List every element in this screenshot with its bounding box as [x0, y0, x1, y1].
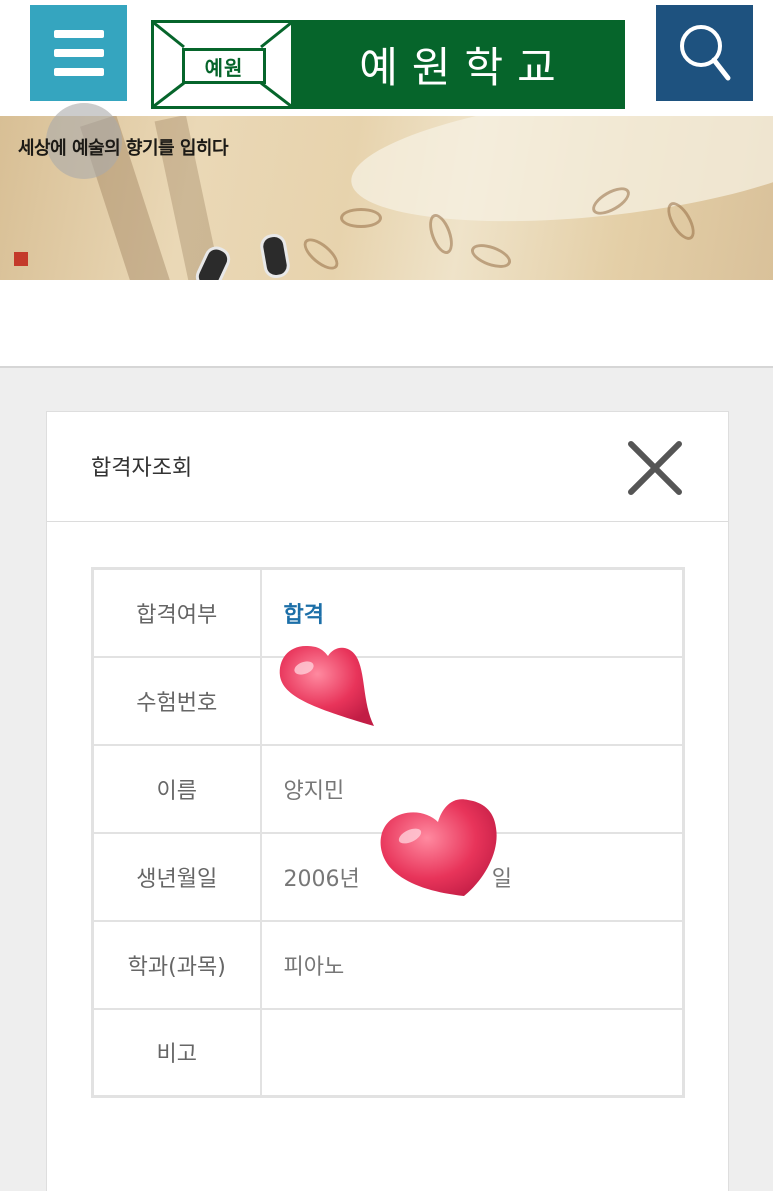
footprint-icon — [340, 208, 382, 228]
heart-sticker-icon — [380, 799, 497, 896]
close-button[interactable] — [625, 438, 685, 498]
table-row: 비고 — [91, 1007, 685, 1098]
seal-stamp — [14, 252, 28, 266]
footprint-icon — [298, 232, 344, 276]
note-value — [259, 1007, 685, 1098]
row-label-name: 이름 — [91, 743, 262, 834]
header: 예원 예원학교 — [0, 0, 773, 116]
school-name: 예원학교 — [359, 43, 570, 92]
table-row: 학과(과목) 피아노 — [91, 919, 685, 1010]
hamburger-icon-bar — [53, 49, 104, 57]
school-logo[interactable]: 예원 예원학교 — [151, 20, 625, 109]
row-label-birthdate: 생년월일 — [91, 831, 262, 922]
row-label-exam-number: 수험번호 — [91, 655, 262, 746]
heart-sticker-icon — [279, 646, 374, 726]
close-icon — [628, 441, 682, 495]
banner-shoreline — [345, 116, 773, 242]
menu-button[interactable] — [30, 5, 127, 101]
hamburger-icon-bar — [53, 30, 104, 38]
table-row: 합격여부 합격 — [91, 567, 685, 658]
logo-mark: 예원 — [182, 48, 266, 84]
row-label-note: 비고 — [91, 1007, 262, 1098]
sneaker-icon — [258, 232, 292, 280]
dialog-header: 합격자조회 — [47, 412, 728, 522]
table-row: 수험번호 — [91, 655, 685, 746]
dialog-title: 합격자조회 — [91, 456, 193, 481]
footprint-icon — [661, 197, 701, 245]
row-label-pass-status: 합격여부 — [91, 567, 262, 658]
footprint-icon — [467, 239, 515, 273]
logo-emblem: 예원 — [151, 20, 294, 109]
search-icon — [679, 25, 730, 81]
department-value: 피아노 — [259, 919, 685, 1010]
row-label-department: 학과(과목) — [91, 919, 262, 1010]
banner-slogan: 세상에 예술의 향기를 입히다 — [18, 138, 229, 159]
birthdate-year: 2006년 — [283, 866, 360, 892]
hamburger-icon-bar — [53, 68, 104, 76]
search-button[interactable] — [656, 5, 753, 101]
